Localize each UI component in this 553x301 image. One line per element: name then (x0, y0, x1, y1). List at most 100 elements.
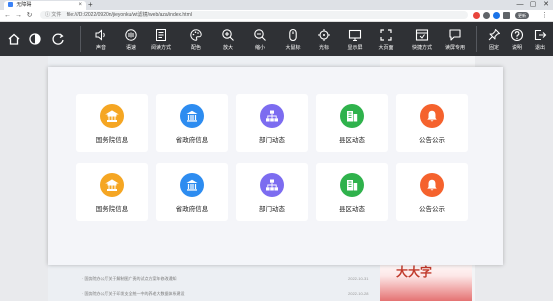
shortcut-label: 部门动态 (259, 206, 285, 213)
shortcut-card-department[interactable]: 部门动态 (236, 94, 308, 152)
tab-favicon-icon (8, 2, 13, 7)
menu-icon[interactable]: ⋮ (540, 11, 549, 20)
news-title: 国务院办公厅关于印发支全统一中的养老大数据体系建设 (84, 291, 185, 296)
shortcut-card-announcement[interactable]: 公告公示 (396, 94, 468, 152)
toolbar-item-speed[interactable]: 语速 (118, 22, 144, 56)
bookmark-icon[interactable] (493, 12, 500, 19)
news-link[interactable]: · 国务院办公厅关于印发支全统一中的养老大数据体系建设 (82, 291, 184, 297)
close-window-button[interactable]: ✕ (540, 0, 552, 10)
browser-tab-bar: 无障碍 × + — ▢ ✕ (0, 0, 553, 10)
toolbar-item-palette[interactable]: 配色 (183, 22, 209, 56)
toolbar-item-label: 退出 (534, 45, 545, 51)
tab-title: 无障碍 (16, 2, 32, 8)
speaker-icon (95, 29, 105, 41)
shortcut-card-announcement[interactable]: 公告公示 (396, 163, 468, 221)
state-council-icon (100, 104, 124, 128)
exit-icon (534, 29, 547, 41)
shortcut-label: 部门动态 (259, 137, 285, 144)
update-button[interactable]: 更新 (515, 12, 529, 19)
refresh-button[interactable] (48, 22, 68, 56)
tab-close-icon[interactable]: × (78, 1, 82, 10)
browser-tab[interactable]: 无障碍 × (4, 1, 86, 10)
shortcut-modal: 国务院信息 省政府信息 部门动态 县区动态 公告公示 国务院信息 省政府信息 部… (48, 67, 503, 265)
accessibility-toolbar: 声音 语速 阅读方式 配色 放大 缩小 大鼠标 光标 显示屏 大页面 快捷方式 (0, 22, 553, 56)
forward-icon[interactable]: → (14, 11, 23, 20)
reload-icon[interactable]: ↻ (25, 11, 34, 20)
refresh-icon (52, 33, 64, 45)
pin-icon (488, 29, 500, 41)
toolbar-item-shortcut[interactable]: 快捷方式 (408, 22, 436, 56)
toolbar-item-display[interactable]: 显示屏 (342, 22, 368, 56)
toolbar-item-sound[interactable]: 声音 (88, 22, 114, 56)
toolbar-item-pin[interactable]: 固定 (483, 22, 505, 56)
mouse-icon (289, 28, 297, 42)
contrast-button[interactable] (25, 22, 45, 56)
shortcut-label: 公告公示 (419, 137, 445, 144)
toolbar-item-label: 显示屏 (347, 45, 363, 51)
toolbar-item-reading-mode[interactable]: 阅读方式 (148, 22, 174, 56)
toolbar-item-label: 固定 (488, 45, 499, 51)
bell-icon (420, 104, 444, 128)
toolbar-item-big-page[interactable]: 大页面 (373, 22, 399, 56)
toolbar-divider (476, 26, 477, 52)
minimize-button[interactable]: — (514, 0, 526, 10)
toolbar-item-cursor[interactable]: 光标 (311, 22, 337, 56)
toolbar-item-exit[interactable]: 退出 (529, 22, 551, 56)
shortcut-card-department[interactable]: 部门动态 (236, 163, 308, 221)
zoom-in-icon (222, 29, 234, 41)
toolbar-item-label: 语速 (125, 45, 136, 51)
contrast-icon (29, 33, 41, 45)
shortcut-label: 国务院信息 (95, 137, 129, 144)
maximize-button[interactable]: ▢ (527, 0, 539, 10)
toolbar-item-label: 说明 (511, 45, 522, 51)
palette-icon (190, 29, 202, 41)
shortcut-label: 县区动态 (339, 137, 365, 144)
shortcut-label: 省政府信息 (175, 206, 209, 213)
toolbar-item-label: 光标 (318, 45, 329, 51)
toolbar-item-label: 快捷方式 (411, 45, 432, 51)
new-tab-button[interactable]: + (88, 0, 96, 10)
shortcut-icon (415, 29, 429, 41)
department-org-icon (260, 173, 284, 197)
shortcut-label: 省政府信息 (175, 137, 209, 144)
extension-icon[interactable] (473, 12, 480, 19)
shortcut-card-district[interactable]: 县区动态 (316, 94, 388, 152)
shortcut-label: 国务院信息 (95, 206, 129, 213)
url-field[interactable]: ⓘ 文件 file:///D:/2022/0920n/jieyonku/wt滤镜… (40, 11, 468, 19)
shortcut-card-state-council[interactable]: 国务院信息 (76, 163, 148, 221)
toolbar-item-label: 阅读方式 (150, 45, 171, 51)
home-button[interactable] (4, 22, 24, 56)
banner-text: 大大字 (396, 265, 433, 279)
toolbar-item-label: 大页面 (378, 45, 394, 51)
shortcut-card-provincial-gov[interactable]: 省政府信息 (156, 94, 228, 152)
extension-icon[interactable] (483, 12, 490, 19)
toolbar-item-zoom-out[interactable]: 缩小 (247, 22, 273, 56)
promo-banner[interactable]: 大大字 (380, 259, 472, 301)
news-date: 2022-10-28 (348, 291, 369, 296)
toolbar-item-big-mouse[interactable]: 大鼠标 (280, 22, 306, 56)
news-date: 2022-10-31 (348, 276, 369, 281)
bell-icon (420, 173, 444, 197)
zoom-out-icon (254, 29, 266, 41)
reading-mode-icon (156, 29, 166, 41)
toolbar-divider (80, 26, 81, 52)
shortcut-card-provincial-gov[interactable]: 省政府信息 (156, 163, 228, 221)
address-bar-row: ← → ↻ ⓘ 文件 file:///D:/2022/0920n/jieyonk… (0, 10, 553, 22)
toolbar-item-label: 声音 (95, 45, 106, 51)
toolbar-item-zoom-in[interactable]: 放大 (215, 22, 241, 56)
monitor-icon (348, 29, 362, 42)
state-council-icon (100, 173, 124, 197)
speed-icon (125, 29, 137, 41)
toolbar-item-help[interactable]: 说明 (506, 22, 528, 56)
toolbar-item-label: 缩小 (254, 45, 265, 51)
news-link[interactable]: · 国务院办公厅关于解制图广责的试点方案年修改通知 (82, 276, 176, 282)
back-icon[interactable]: ← (3, 11, 12, 20)
site-info-label: ⓘ 文件 (45, 12, 62, 18)
toolbar-item-label: 大鼠标 (285, 45, 301, 51)
shortcut-card-state-council[interactable]: 国务院信息 (76, 94, 148, 152)
government-building-icon (180, 173, 204, 197)
department-org-icon (260, 104, 284, 128)
sidebar-icon[interactable] (503, 12, 510, 19)
toolbar-item-screen-reader[interactable]: 读屏专用 (441, 22, 469, 56)
shortcut-card-district[interactable]: 县区动态 (316, 163, 388, 221)
